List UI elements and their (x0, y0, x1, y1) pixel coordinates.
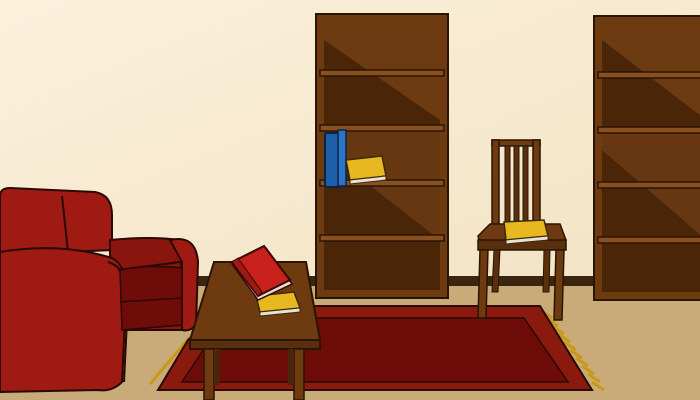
room-illustration (0, 0, 700, 400)
yellow-notebook-on-shelf[interactable] (345, 155, 387, 185)
bookshelf-right[interactable] (593, 15, 700, 301)
yellow-notebook-on-chair[interactable] (503, 219, 549, 245)
game-scene (0, 0, 700, 400)
blue-book[interactable] (324, 129, 347, 188)
